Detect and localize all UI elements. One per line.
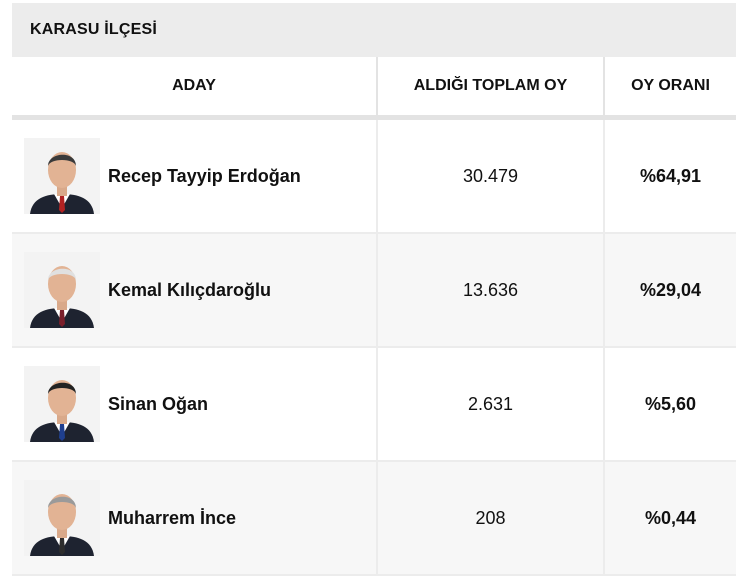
candidate-name: Muharrem İnce (108, 507, 237, 528)
candidate-cell: Kemal Kılıçdaroğlu (12, 233, 378, 348)
header-votes: ALDIĞI TOPLAM OY (377, 57, 605, 120)
vote-count: 2.631 (377, 347, 605, 462)
candidate-portrait-icon (30, 494, 94, 556)
candidate-name: Recep Tayyip Erdoğan (108, 165, 301, 186)
table-header-row: ADAY ALDIĞI TOPLAM OY OY ORANI (12, 57, 736, 120)
vote-ratio: %64,91 (604, 117, 736, 234)
candidate-name: Kemal Kılıçdaroğlu (108, 279, 272, 300)
candidate-portrait-icon (30, 380, 94, 442)
candidate-photo (24, 480, 100, 556)
candidate-photo (24, 138, 100, 214)
candidate-portrait-icon (30, 152, 94, 214)
table-row: Recep Tayyip Erdoğan 30.479 %64,91 (12, 117, 736, 234)
header-candidate: ADAY (12, 57, 378, 120)
vote-ratio: %29,04 (604, 233, 736, 348)
table-row: Kemal Kılıçdaroğlu 13.636 %29,04 (12, 233, 736, 348)
vote-ratio: %0,44 (604, 461, 736, 576)
results-panel: KARASU İLÇESİ ADAY ALDIĞI TOPLAM OY OY O… (12, 3, 736, 576)
vote-count: 30.479 (377, 117, 605, 234)
vote-ratio: %5,60 (604, 347, 736, 462)
candidate-name: Sinan Oğan (108, 393, 209, 414)
table-row: Sinan Oğan 2.631 %5,60 (12, 347, 736, 462)
header-ratio: OY ORANI (604, 57, 736, 120)
candidate-cell: Recep Tayyip Erdoğan (12, 117, 378, 234)
vote-count: 208 (377, 461, 605, 576)
results-table: ADAY ALDIĞI TOPLAM OY OY ORANI Recep Tay… (12, 57, 736, 576)
candidate-photo (24, 366, 100, 442)
table-row: Muharrem İnce 208 %0,44 (12, 461, 736, 576)
vote-count: 13.636 (377, 233, 605, 348)
district-title: KARASU İLÇESİ (12, 3, 736, 57)
candidate-cell: Sinan Oğan (12, 347, 378, 462)
candidate-photo (24, 252, 100, 328)
candidate-portrait-icon (30, 266, 94, 328)
candidate-cell: Muharrem İnce (12, 461, 378, 576)
